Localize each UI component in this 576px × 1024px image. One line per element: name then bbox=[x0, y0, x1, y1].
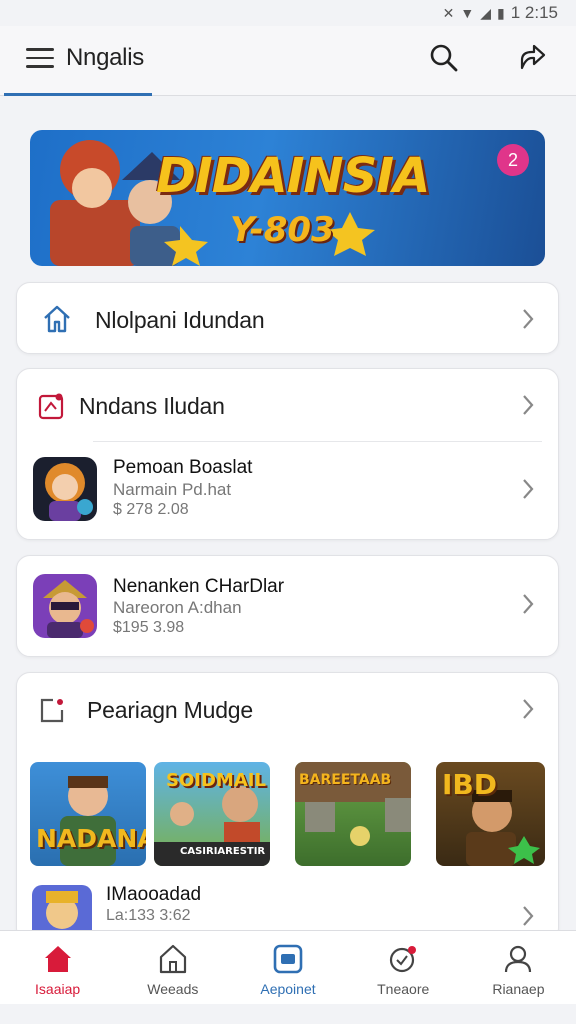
home-icon bbox=[44, 946, 71, 972]
game-name: Pemoan Boaslat bbox=[113, 457, 253, 478]
nav-label: Weeads bbox=[147, 981, 199, 997]
mute-icon: ✕ bbox=[442, 4, 455, 21]
chevron-right-icon bbox=[523, 594, 534, 614]
promo-section-title: Peariagn Mudge bbox=[87, 697, 253, 723]
featured-game-card[interactable]: Nenanken CHarDlar Nareoron A:dhan $195 3… bbox=[16, 555, 559, 657]
share-icon[interactable] bbox=[516, 42, 548, 74]
chevron-right-icon[interactable] bbox=[520, 393, 536, 417]
nav-label: Aepoinet bbox=[260, 981, 316, 997]
thumbnail-caption: SOIDMAIL bbox=[166, 770, 266, 791]
active-tab-indicator bbox=[4, 93, 152, 96]
signal-icon: ◢ bbox=[480, 4, 492, 21]
thumbnail-caption: IBD bbox=[442, 768, 498, 801]
nav-item-tneaore[interactable]: Tneaore bbox=[346, 931, 461, 1004]
page-title: Nngalis bbox=[66, 44, 144, 71]
promo-thumbnail[interactable]: SOIDMAIL CASIRIARESTIR bbox=[154, 762, 270, 866]
recent-section: Nndans Iludan Pemoan Boaslat Narmain Pd.… bbox=[16, 368, 559, 540]
menu-icon[interactable] bbox=[26, 48, 54, 70]
game-icon bbox=[33, 457, 97, 521]
promo-thumbnail[interactable]: IBD bbox=[436, 762, 545, 866]
game-icon bbox=[33, 574, 97, 638]
game-price: $ 278 2.08 bbox=[113, 501, 189, 518]
nav-label: Rianaep bbox=[492, 981, 545, 997]
thumbnail-subcaption: CASIRIARESTIR bbox=[180, 846, 266, 857]
profile-icon bbox=[505, 945, 532, 973]
game-developer: Narmain Pd.hat bbox=[113, 480, 232, 499]
system-home-area bbox=[0, 1004, 576, 1024]
chevron-right-icon bbox=[523, 479, 534, 499]
nav-item-home[interactable]: Isaaiap bbox=[0, 931, 115, 1004]
nav-item-aepoinet[interactable]: Aepoinet bbox=[230, 931, 345, 1004]
game-developer: Nareoron A:dhan bbox=[113, 598, 242, 617]
chevron-right-icon bbox=[523, 309, 534, 329]
wifi-icon: ▼ bbox=[460, 5, 475, 21]
app-bar: Nngalis bbox=[0, 26, 576, 96]
status-time: 1 2:15 bbox=[510, 3, 558, 22]
nav-label: Isaaiap bbox=[35, 981, 81, 997]
status-bar: ✕ ▼ ◢ ▮ 1 2:15 bbox=[0, 0, 576, 26]
house-outline-icon bbox=[159, 944, 186, 974]
promo-banner[interactable]: DIDAINSIA Y-803 2 bbox=[30, 130, 545, 266]
promo-thumbnail[interactable]: NADANAS bbox=[30, 762, 146, 866]
nav-item-weeads[interactable]: Weeads bbox=[115, 931, 230, 1004]
recent-section-title: Nndans Iludan bbox=[79, 393, 225, 419]
chevron-right-icon[interactable] bbox=[520, 697, 536, 721]
thumbnail-caption: BAREETAAB bbox=[299, 772, 392, 788]
promo-thumbnail[interactable]: BAREETAAB bbox=[295, 762, 411, 866]
nav-item-rianaep[interactable]: Rianaep bbox=[461, 931, 576, 1004]
chevron-right-icon bbox=[523, 906, 534, 926]
divider bbox=[93, 441, 542, 442]
notification-icon bbox=[390, 946, 417, 973]
banner-badge[interactable]: 2 bbox=[497, 144, 529, 176]
battery-icon: ▮ bbox=[497, 4, 505, 21]
game-name: Nenanken CHarDlar bbox=[113, 576, 285, 597]
nav-label: Tneaore bbox=[377, 981, 430, 997]
game-icon bbox=[32, 885, 92, 930]
banner-title: DIDAINSIA bbox=[156, 148, 430, 204]
home-row-label: Nlolpani Idundan bbox=[95, 307, 265, 333]
gallery-icon bbox=[38, 393, 64, 420]
bottom-navigation: Isaaiap Weeads Aepoinet Tneaore Rianaep bbox=[0, 930, 576, 1004]
edit-icon bbox=[40, 698, 64, 723]
game-name: IMaooadad bbox=[106, 884, 202, 905]
game-price: $195 3.98 bbox=[113, 619, 185, 636]
thumbnail-caption: NADANAS bbox=[36, 824, 146, 853]
app-store-icon bbox=[273, 944, 303, 974]
banner-subtitle: Y-803 bbox=[230, 210, 335, 250]
home-row[interactable]: Nlolpani Idundan bbox=[16, 282, 559, 354]
game-price: La:133 3:62 bbox=[106, 907, 191, 924]
home-outline-icon bbox=[44, 305, 70, 333]
search-icon[interactable] bbox=[428, 42, 460, 74]
